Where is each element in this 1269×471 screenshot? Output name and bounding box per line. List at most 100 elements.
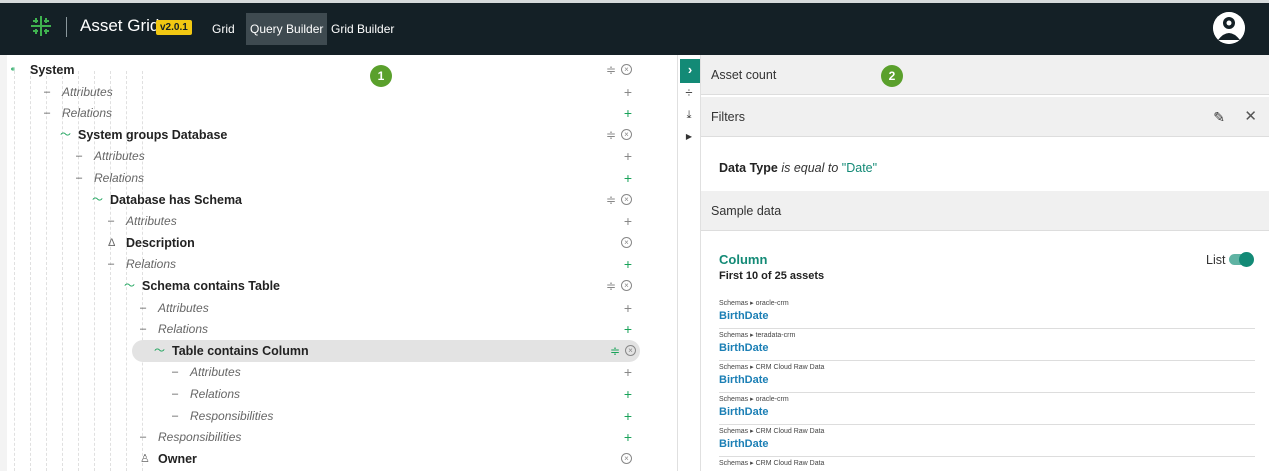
run-icon[interactable]: ▶ xyxy=(678,132,700,141)
community-name: Schemas xyxy=(719,332,749,339)
add-icon[interactable]: + xyxy=(624,426,632,448)
nav-grid[interactable]: Grid xyxy=(208,13,239,45)
sample-asset-row[interactable]: Schemas ▸ CRM Cloud Raw Data xyxy=(719,457,1255,471)
node-actions: × xyxy=(592,232,632,254)
nav-grid-builder[interactable]: Grid Builder xyxy=(327,13,398,45)
node-actions: ≑ × xyxy=(592,59,632,81)
tree-node[interactable]: ⁌ System ≑ × xyxy=(0,59,640,81)
query-tree-panel: ⁌ System ≑ × – Attributes + – Relations + 〜 System … xyxy=(0,55,677,471)
node-actions: ≑ × xyxy=(596,340,636,362)
tree-node-label: Responsibilities xyxy=(158,430,242,445)
asset-name-link[interactable]: BirthDate xyxy=(719,406,769,418)
node-actions: + xyxy=(592,145,632,167)
breadcrumb-arrow-icon: ▸ xyxy=(748,332,756,339)
tree-node[interactable]: 〜 Schema contains Table ≑ × xyxy=(0,275,640,297)
nav-query-builder[interactable]: Query Builder xyxy=(246,13,328,45)
tree-node-label: Relations xyxy=(62,106,113,121)
tree-node[interactable]: 〜 Database has Schema ≑ × xyxy=(0,189,640,211)
edit-icon[interactable]: ✎ xyxy=(1213,97,1225,137)
dash-icon: – xyxy=(172,409,179,422)
filter-operator: is equal to xyxy=(781,161,839,175)
breadcrumb-arrow-icon: ▸ xyxy=(748,396,756,403)
tree-node-label: Attributes xyxy=(190,365,241,380)
add-icon[interactable]: + xyxy=(624,297,632,319)
dash-icon: – xyxy=(108,215,115,228)
asset-name-link[interactable]: BirthDate xyxy=(719,438,769,450)
domain-name: CRM Cloud Raw Data xyxy=(755,460,825,467)
asset-breadcrumb: Schemas ▸ CRM Cloud Raw Data xyxy=(719,363,824,371)
split-icon[interactable]: ÷ xyxy=(678,85,700,100)
tree-node[interactable]: 〜 System groups Database ≑ × xyxy=(0,124,640,146)
node-actions: + xyxy=(592,297,632,319)
node-actions: + xyxy=(592,361,632,383)
remove-icon[interactable]: × xyxy=(621,193,632,205)
tree-node[interactable]: – Relations + xyxy=(0,383,640,405)
tree-node[interactable]: ♙ Owner × xyxy=(0,448,640,470)
asset-name-link[interactable]: BirthDate xyxy=(719,342,769,354)
close-icon[interactable]: ✕ xyxy=(1244,97,1257,137)
add-icon[interactable]: + xyxy=(624,383,632,405)
add-icon[interactable]: + xyxy=(624,318,632,340)
filter-icon[interactable]: ≑ xyxy=(606,124,616,146)
sample-data-bar[interactable]: Sample data xyxy=(701,191,1269,231)
add-icon[interactable]: + xyxy=(624,253,632,275)
list-view-toggle[interactable] xyxy=(1229,252,1254,267)
tree-node[interactable]: – Responsibilities + xyxy=(0,405,640,427)
domain-name: CRM Cloud Raw Data xyxy=(755,364,825,371)
add-icon[interactable]: + xyxy=(624,405,632,427)
breadcrumb-arrow-icon: ▸ xyxy=(748,428,756,435)
tree-node-label: Schema contains Table xyxy=(142,279,281,293)
filter-icon[interactable]: ≑ xyxy=(606,189,616,211)
node-actions: + xyxy=(592,426,632,448)
tree-node[interactable]: – Attributes + xyxy=(0,297,640,319)
add-icon[interactable]: + xyxy=(624,210,632,232)
tree-node-label: Relations xyxy=(158,322,209,337)
tree-node[interactable]: Δ Description × xyxy=(0,232,640,254)
remove-icon[interactable]: × xyxy=(621,236,632,248)
filter-icon[interactable]: ≑ xyxy=(606,275,616,297)
download-icon[interactable]: ⤓ xyxy=(678,109,700,122)
user-avatar[interactable] xyxy=(1213,12,1245,44)
tree-node[interactable]: – Relations + xyxy=(0,167,640,189)
asset-name-link[interactable]: BirthDate xyxy=(719,310,769,322)
sample-asset-row[interactable]: Schemas ▸ CRM Cloud Raw Data BirthDate xyxy=(719,361,1255,393)
remove-icon[interactable]: × xyxy=(621,280,632,291)
filter-icon[interactable]: ≑ xyxy=(606,59,616,81)
collapse-button[interactable]: › xyxy=(680,59,700,83)
tree-node[interactable]: – Attributes + xyxy=(0,210,640,232)
tree-node[interactable]: – Relations + xyxy=(0,253,640,275)
remove-icon[interactable]: × xyxy=(621,128,632,140)
sample-asset-row[interactable]: Schemas ▸ teradata-crm BirthDate xyxy=(719,329,1255,361)
tree-node[interactable]: – Relations + xyxy=(0,318,640,340)
sample-asset-row[interactable]: Schemas ▸ oracle-crm BirthDate xyxy=(719,297,1255,329)
sample-asset-row[interactable]: Schemas ▸ CRM Cloud Raw Data BirthDate xyxy=(719,425,1255,457)
tree-node[interactable]: – Attributes + xyxy=(0,361,640,383)
community-name: Schemas xyxy=(719,428,749,435)
add-icon[interactable]: + xyxy=(624,81,632,103)
dash-icon: – xyxy=(172,388,179,400)
asset-name-link[interactable]: BirthDate xyxy=(719,374,769,386)
add-icon[interactable]: + xyxy=(624,167,632,189)
relation-icon: 〜 xyxy=(60,128,71,141)
remove-icon[interactable]: × xyxy=(621,452,632,464)
domain-name: oracle-crm xyxy=(755,300,789,307)
tree-node[interactable]: – Attributes + xyxy=(0,81,640,103)
tree-node[interactable]: – Responsibilities + xyxy=(0,426,640,448)
add-icon[interactable]: + xyxy=(624,361,632,383)
asset-breadcrumb: Schemas ▸ CRM Cloud Raw Data xyxy=(719,459,824,467)
remove-icon[interactable]: × xyxy=(621,64,632,75)
tree-node[interactable]: – Attributes + xyxy=(0,145,640,167)
filter-expression: Data Type is equal to "Date" xyxy=(719,161,877,175)
asset-count-bar[interactable]: Asset count xyxy=(701,55,1269,95)
remove-icon[interactable]: × xyxy=(625,344,636,356)
step-badge-1: 1 xyxy=(370,65,392,87)
add-icon[interactable]: + xyxy=(624,102,632,124)
add-icon[interactable]: + xyxy=(624,145,632,167)
sample-asset-row[interactable]: Schemas ▸ oracle-crm BirthDate xyxy=(719,393,1255,425)
breadcrumb-arrow-icon: ▸ xyxy=(748,460,756,467)
tree-node[interactable]: 〜 Table contains Column ≑ × xyxy=(132,339,640,362)
app-title: Asset Grid xyxy=(80,16,160,35)
tree-node[interactable]: – Relations + xyxy=(0,102,640,124)
asset-summary: First 10 of 25 assets xyxy=(719,270,825,282)
filter-icon[interactable]: ≑ xyxy=(610,340,620,362)
